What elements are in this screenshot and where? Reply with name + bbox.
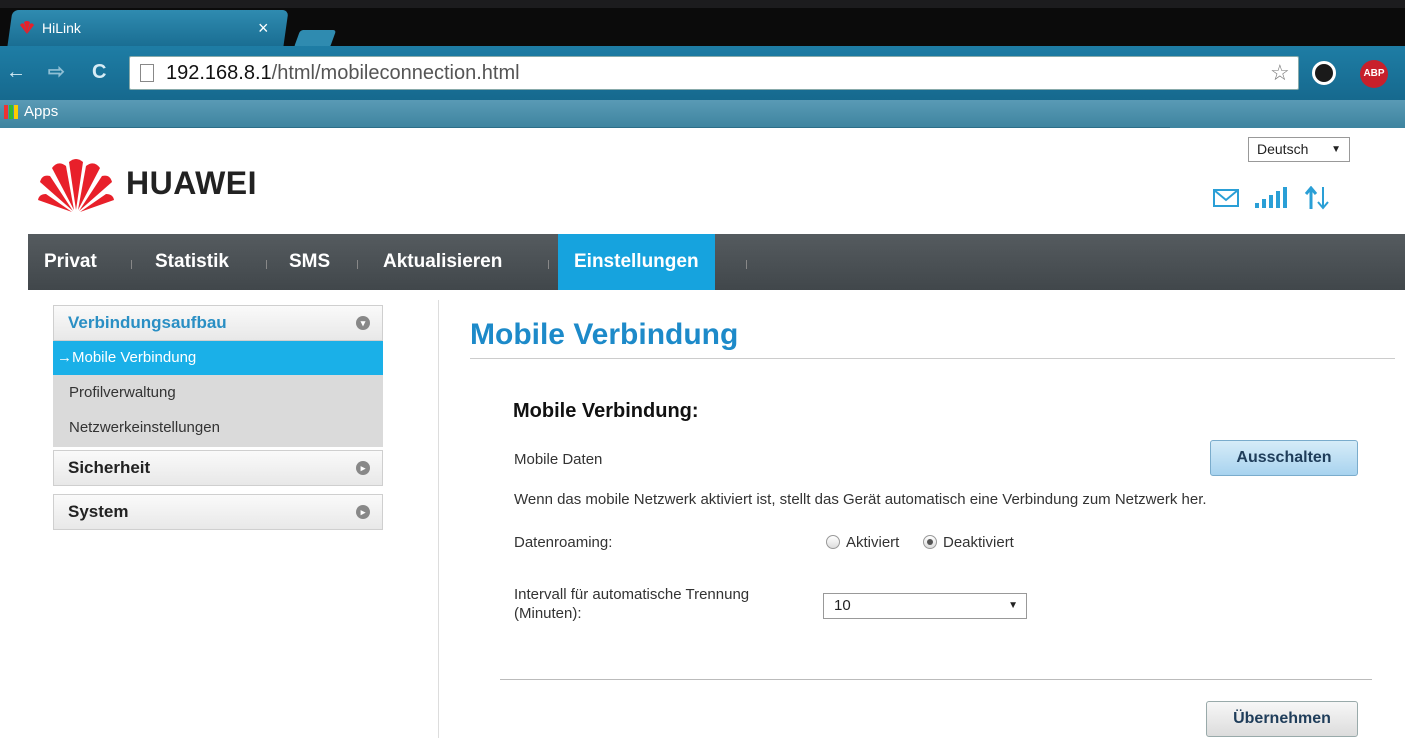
back-arrow-icon[interactable]: ← (6, 62, 26, 82)
page-title: Mobile Verbindung (470, 318, 739, 351)
roaming-off-radio[interactable] (923, 535, 937, 549)
title-underline (470, 358, 1395, 359)
roaming-off-label: Deaktiviert (943, 534, 1014, 551)
forward-arrow-icon[interactable]: ⇨ (48, 62, 65, 82)
form-divider (500, 679, 1372, 680)
brand-name: HUAWEI (126, 164, 257, 201)
language-select[interactable]: Deutsch ▼ (1248, 137, 1350, 162)
apps-bookmark[interactable]: Apps (4, 103, 58, 120)
sidebar-section-sicherheit[interactable]: Sicherheit ▸ (53, 450, 383, 486)
address-bar[interactable]: 192.168.8.1/html/mobileconnection.html ☆ (129, 56, 1299, 90)
reload-icon[interactable]: C (92, 62, 106, 82)
huawei-flower-icon (38, 159, 114, 212)
menu-item-privat[interactable]: Privat (44, 234, 97, 290)
mobile-data-off-button[interactable]: Ausschalten (1210, 440, 1358, 476)
adblock-icon[interactable]: ABP (1360, 60, 1388, 88)
interval-unit-label: (Minuten): (514, 605, 582, 622)
tab-title: HiLink (42, 20, 81, 36)
menu-item-einstellungen[interactable]: Einstellungen (558, 234, 715, 290)
interval-select[interactable]: 10 ▼ (823, 593, 1027, 619)
apply-button[interactable]: Übernehmen (1206, 701, 1358, 737)
language-value: Deutsch (1257, 141, 1309, 157)
huawei-logo: HUAWEI (38, 154, 257, 212)
menu-separator (266, 260, 267, 269)
apps-label: Apps (24, 103, 59, 120)
signal-strength-icon (1255, 187, 1287, 208)
mobile-data-label: Mobile Daten (514, 451, 603, 468)
tab-label: HiLink (18, 20, 81, 36)
section-title: Mobile Verbindung: (513, 400, 699, 422)
sidebar-item-profilverwaltung[interactable]: Profilverwaltung (53, 375, 383, 410)
collapse-icon: ▾ (356, 316, 370, 330)
roaming-on-radio[interactable] (826, 535, 840, 549)
sidebar: Verbindungsaufbau ▾ →Mobile Verbindung P… (53, 305, 383, 530)
menu-item-aktualisieren[interactable]: Aktualisieren (383, 234, 502, 290)
interval-value: 10 (834, 597, 851, 614)
main-menu: Privat Statistik SMS Aktualisieren Einst… (28, 234, 1405, 290)
page-icon (140, 64, 154, 82)
content-divider (438, 300, 439, 738)
sidebar-item-mobile-verbindung[interactable]: →Mobile Verbindung (53, 341, 383, 375)
menu-item-sms[interactable]: SMS (289, 234, 330, 290)
sidebar-section-label: Sicherheit (68, 458, 151, 477)
apps-grid-icon (4, 104, 18, 119)
sidebar-section-verbindungsaufbau[interactable]: Verbindungsaufbau ▾ (53, 305, 383, 341)
data-transfer-icon (1304, 186, 1329, 210)
mail-icon[interactable] (1213, 188, 1239, 208)
extension-icon[interactable] (1312, 61, 1336, 85)
bookmark-star-icon[interactable]: ☆ (1270, 60, 1290, 86)
huawei-favicon-icon (20, 21, 34, 34)
menu-separator (357, 260, 358, 269)
menu-separator (548, 260, 549, 269)
sidebar-section-label: System (68, 502, 129, 521)
tab-bar: HiLink × (0, 8, 1405, 48)
sidebar-item-netzwerkeinstellungen[interactable]: Netzwerkeinstellungen (53, 410, 383, 447)
status-icons (1213, 186, 1331, 210)
roaming-label: Datenroaming: (514, 534, 613, 551)
roaming-on-label: Aktiviert (846, 534, 900, 551)
expand-icon: ▸ (356, 461, 370, 475)
expand-icon: ▸ (356, 505, 370, 519)
sidebar-section-system[interactable]: System ▸ (53, 494, 383, 530)
interval-label: Intervall für automatische Trennung (514, 586, 750, 603)
sidebar-section-label: Verbindungsaufbau (68, 313, 227, 332)
bookmarks-bar: Apps (0, 100, 1405, 128)
menu-separator (746, 260, 747, 269)
url-text: 192.168.8.1/html/mobileconnection.html (166, 62, 520, 84)
info-text: Wenn das mobile Netzwerk aktiviert ist, … (514, 491, 1207, 508)
chevron-down-icon: ▼ (1331, 144, 1341, 155)
tab-close-icon[interactable]: × (258, 19, 269, 37)
menu-item-statistik[interactable]: Statistik (155, 234, 229, 290)
chevron-down-icon: ▼ (1008, 600, 1018, 611)
menu-separator (131, 260, 132, 269)
